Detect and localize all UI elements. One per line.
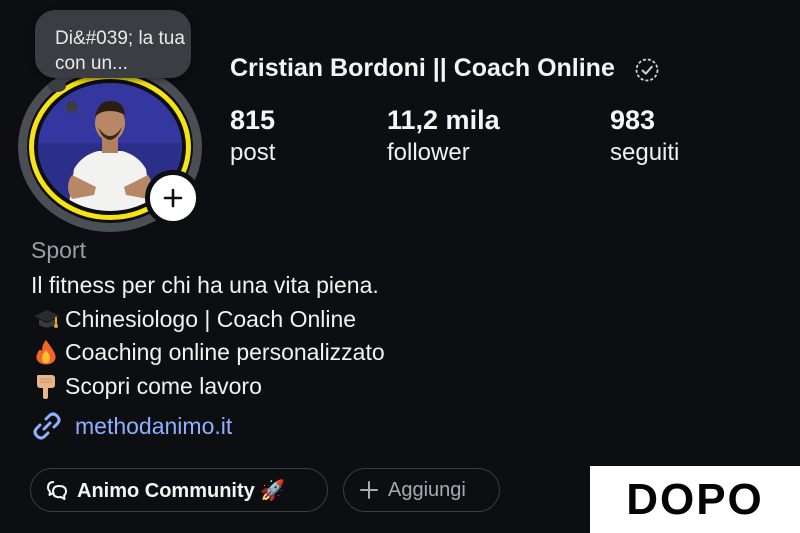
profile-name: Cristian Bordoni || Coach Online xyxy=(230,54,615,82)
profile-category: Sport xyxy=(31,237,86,263)
stat-following-label: seguiti xyxy=(610,139,680,166)
stat-posts-count: 815 xyxy=(230,105,276,135)
add-story-button[interactable] xyxy=(145,170,201,226)
bio-line-text: Il fitness per chi ha una vita piena. xyxy=(31,272,379,298)
community-chip-label: Animo Community 🚀 xyxy=(77,479,286,502)
stat-followers-count: 11,2 mila xyxy=(387,105,500,135)
add-chip-button[interactable]: Aggiungi xyxy=(343,468,500,512)
note-bubble[interactable]: Di&#039; la tua con un... xyxy=(35,10,191,78)
link-icon xyxy=(33,412,61,440)
stat-following[interactable]: 983 seguiti xyxy=(610,104,679,170)
note-bubble-tail-dot xyxy=(66,101,78,113)
community-chip[interactable]: Animo Community 🚀 xyxy=(30,468,328,512)
profile-link-text[interactable]: methodanimo.it xyxy=(75,413,232,440)
stat-posts-label: post xyxy=(230,139,276,166)
profile-link[interactable]: methodanimo.it xyxy=(31,410,232,442)
pointing-down-hand-icon xyxy=(37,374,55,399)
stat-following-count: 983 xyxy=(610,105,656,135)
plus-icon xyxy=(360,481,378,499)
bio-line: Chinesiologo | Coach Online xyxy=(31,303,385,337)
profile-bio: Il fitness per chi ha una vita piena. Ch… xyxy=(31,269,385,403)
bio-line: Scopri come lavoro xyxy=(31,370,385,404)
stat-posts[interactable]: 815 post xyxy=(230,104,275,170)
note-text: Di&#039; la tua con un... xyxy=(55,28,185,74)
note-bubble-tail xyxy=(48,80,66,92)
stat-followers[interactable]: 11,2 mila follower xyxy=(387,104,500,170)
bio-line-text: Chinesiologo | Coach Online xyxy=(65,305,357,332)
stat-followers-label: follower xyxy=(387,139,470,166)
verified-badge-icon[interactable] xyxy=(634,57,660,83)
add-chip-label: Aggiungi xyxy=(388,478,466,501)
dopo-label-text: DOPO xyxy=(626,474,764,524)
bio-line: Il fitness per chi ha una vita piena. xyxy=(31,269,385,303)
chat-bubbles-icon xyxy=(47,481,67,500)
bio-line-text: Scopri come lavoro xyxy=(65,372,262,399)
fire-icon xyxy=(36,340,56,365)
dopo-label: DOPO xyxy=(590,466,800,533)
graduation-cap-icon xyxy=(34,309,60,328)
profile-avatar[interactable] xyxy=(18,62,202,232)
bio-line-text: Coaching online personalizzato xyxy=(65,339,385,365)
bio-line: Coaching online personalizzato xyxy=(31,336,385,370)
plus-icon xyxy=(163,188,183,208)
